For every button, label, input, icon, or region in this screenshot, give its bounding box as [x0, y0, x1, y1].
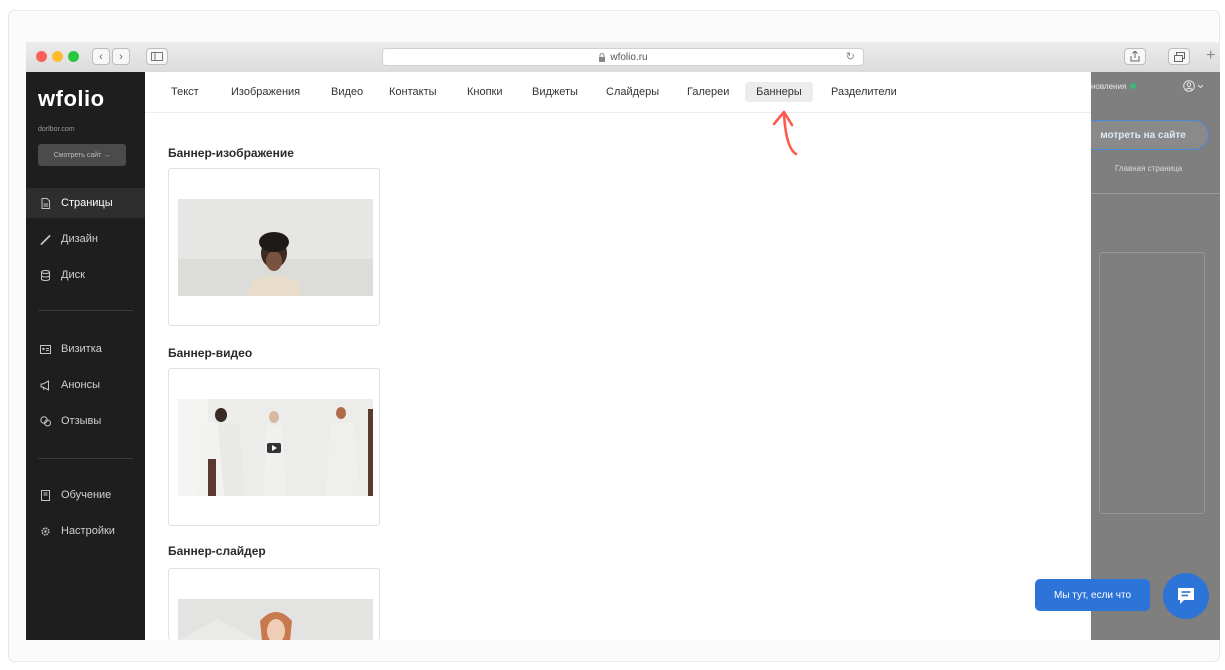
sidebar-item-settings[interactable]: Настройки	[26, 516, 145, 546]
site-domain: dorlbor.com	[38, 126, 75, 133]
message-icon	[1178, 588, 1194, 604]
sidebar-item-learning[interactable]: Обучение	[26, 480, 145, 510]
page-name: Главная страница	[1115, 164, 1183, 173]
back-button[interactable]: ‹	[92, 48, 110, 65]
sidebar-item-label: Обучение	[61, 489, 112, 501]
sidebar-item-reviews[interactable]: Отзывы	[26, 406, 145, 436]
content-block-placeholder	[1099, 252, 1205, 514]
sidebar-item-label: Отзывы	[61, 415, 102, 427]
sidebar-divider	[38, 458, 133, 459]
tab-dividers[interactable]: Разделители	[831, 82, 897, 102]
sidebar-divider	[38, 310, 133, 311]
banner-video-thumbnail	[178, 399, 373, 496]
url-text: wfolio.ru	[610, 51, 648, 63]
user-menu[interactable]	[1183, 80, 1205, 95]
share-icon	[1130, 51, 1140, 62]
status-dot	[1130, 83, 1137, 89]
sidebar-item-label: Визитка	[61, 343, 102, 355]
sidebar-item-label: Настройки	[61, 525, 115, 537]
banner-image-thumbnail	[178, 199, 373, 296]
background-editor-panel: новления мотреть на сайте Главная страни…	[1091, 72, 1220, 640]
tab-contacts[interactable]: Контакты	[389, 82, 437, 102]
chat-button[interactable]	[1163, 573, 1209, 619]
tab-sliders[interactable]: Слайдеры	[606, 82, 659, 102]
tab-text[interactable]: Текст	[171, 82, 199, 102]
panel-divider	[1091, 193, 1220, 194]
chat-prompt-bubble[interactable]: Мы тут, если что	[1035, 579, 1150, 611]
sidebar-item-label: Дизайн	[61, 233, 98, 245]
gear-icon	[41, 526, 50, 536]
chevron-right-icon: ›	[119, 50, 123, 63]
view-site-button[interactable]: Смотреть сайт →	[38, 144, 126, 166]
chat-icon	[40, 415, 51, 426]
sidebar-item-disk[interactable]: Диск	[26, 260, 145, 290]
sidebar-item-label: Анонсы	[61, 379, 101, 391]
tabs-icon	[1173, 51, 1185, 62]
sidebar-item-pages[interactable]: Страницы	[26, 188, 145, 218]
section-title-image-banner: Баннер-изображение	[168, 146, 294, 160]
disk-icon	[41, 269, 50, 281]
account-icon	[1183, 80, 1204, 92]
brush-icon	[40, 234, 51, 245]
banner-image-card[interactable]	[168, 168, 380, 326]
reload-icon[interactable]: ↻	[846, 50, 855, 63]
tabs-button[interactable]	[1168, 48, 1190, 65]
section-title-video-banner: Баннер-видео	[168, 346, 253, 360]
tab-buttons[interactable]: Кнопки	[467, 82, 503, 102]
tab-widgets[interactable]: Виджеты	[532, 82, 578, 102]
tab-video[interactable]: Видео	[331, 82, 363, 102]
blocks-panel: Текст Изображения Видео Контакты Кнопки …	[145, 72, 1091, 640]
sidebar-toggle-button[interactable]	[146, 48, 168, 65]
minimize-window-button[interactable]	[52, 51, 63, 62]
book-icon	[41, 489, 50, 501]
banner-slider-thumbnail	[178, 599, 373, 640]
updates-status[interactable]: новления	[1091, 82, 1137, 91]
sidebar: wfolio dorlbor.com Смотреть сайт → Стран…	[26, 72, 145, 640]
annotation-arrow-icon	[772, 110, 798, 156]
sidebar-item-vcard[interactable]: Визитка	[26, 334, 145, 364]
block-category-tabs: Текст Изображения Видео Контакты Кнопки …	[145, 72, 1091, 113]
forward-button[interactable]: ›	[112, 48, 130, 65]
tab-images[interactable]: Изображения	[231, 82, 300, 102]
sidebar-item-announcements[interactable]: Анонсы	[26, 370, 145, 400]
chevron-left-icon: ‹	[99, 50, 103, 63]
view-on-site-button[interactable]: мотреть на сайте	[1091, 120, 1209, 150]
banner-slider-card[interactable]	[168, 568, 380, 640]
close-window-button[interactable]	[36, 51, 47, 62]
sidebar-item-design[interactable]: Дизайн	[26, 224, 145, 254]
megaphone-icon	[40, 379, 49, 391]
address-bar[interactable]: wfolio.ru ↻	[382, 48, 864, 66]
sidebar-icon	[151, 52, 163, 61]
card-icon	[40, 344, 51, 354]
banner-video-card[interactable]	[168, 368, 380, 526]
lock-icon	[599, 52, 606, 62]
share-button[interactable]	[1124, 48, 1146, 65]
sidebar-item-label: Страницы	[61, 197, 113, 209]
tab-banners[interactable]: Баннеры	[745, 82, 813, 102]
maximize-window-button[interactable]	[68, 51, 79, 62]
new-tab-plus-icon[interactable]: +	[1206, 47, 1215, 65]
browser-toolbar: ‹ › wfolio.ru ↻ +	[26, 42, 1220, 73]
tab-galleries[interactable]: Галереи	[687, 82, 729, 102]
section-title-slider-banner: Баннер-слайдер	[168, 544, 266, 558]
logo: wfolio	[38, 86, 105, 111]
page-icon	[41, 197, 50, 209]
sidebar-item-label: Диск	[61, 269, 85, 281]
updates-label: новления	[1091, 82, 1127, 91]
